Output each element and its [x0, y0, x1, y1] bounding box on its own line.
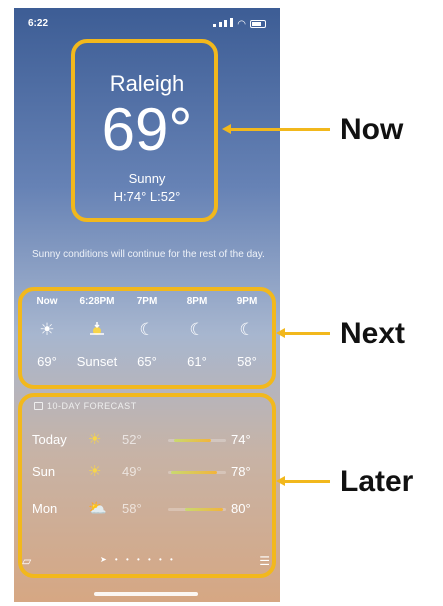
- forecast-summary: Sunny conditions will continue for the r…: [32, 249, 265, 260]
- home-indicator: [94, 592, 198, 596]
- now-callout-label: Now: [340, 113, 404, 146]
- later-callout-label: Later: [340, 465, 414, 498]
- now-highlight-box: [71, 39, 218, 222]
- next-callout-arrow: [276, 328, 330, 338]
- status-icons: ◠: [212, 18, 266, 30]
- signal-icon: [212, 18, 234, 30]
- later-highlight-box: [18, 393, 276, 578]
- status-bar: 6:22 ◠: [14, 18, 280, 34]
- next-callout-label: Next: [340, 317, 406, 350]
- weather-app-screen: 6:22 ◠ Raleigh 69° Sunny H:74° L:52° Sun…: [14, 8, 280, 602]
- later-callout-arrow: [276, 476, 330, 486]
- status-time: 6:22: [28, 18, 49, 29]
- next-highlight-box: [18, 287, 276, 389]
- now-callout-arrow: [222, 124, 330, 134]
- battery-icon: [250, 20, 266, 28]
- wifi-icon: ◠: [237, 18, 246, 30]
